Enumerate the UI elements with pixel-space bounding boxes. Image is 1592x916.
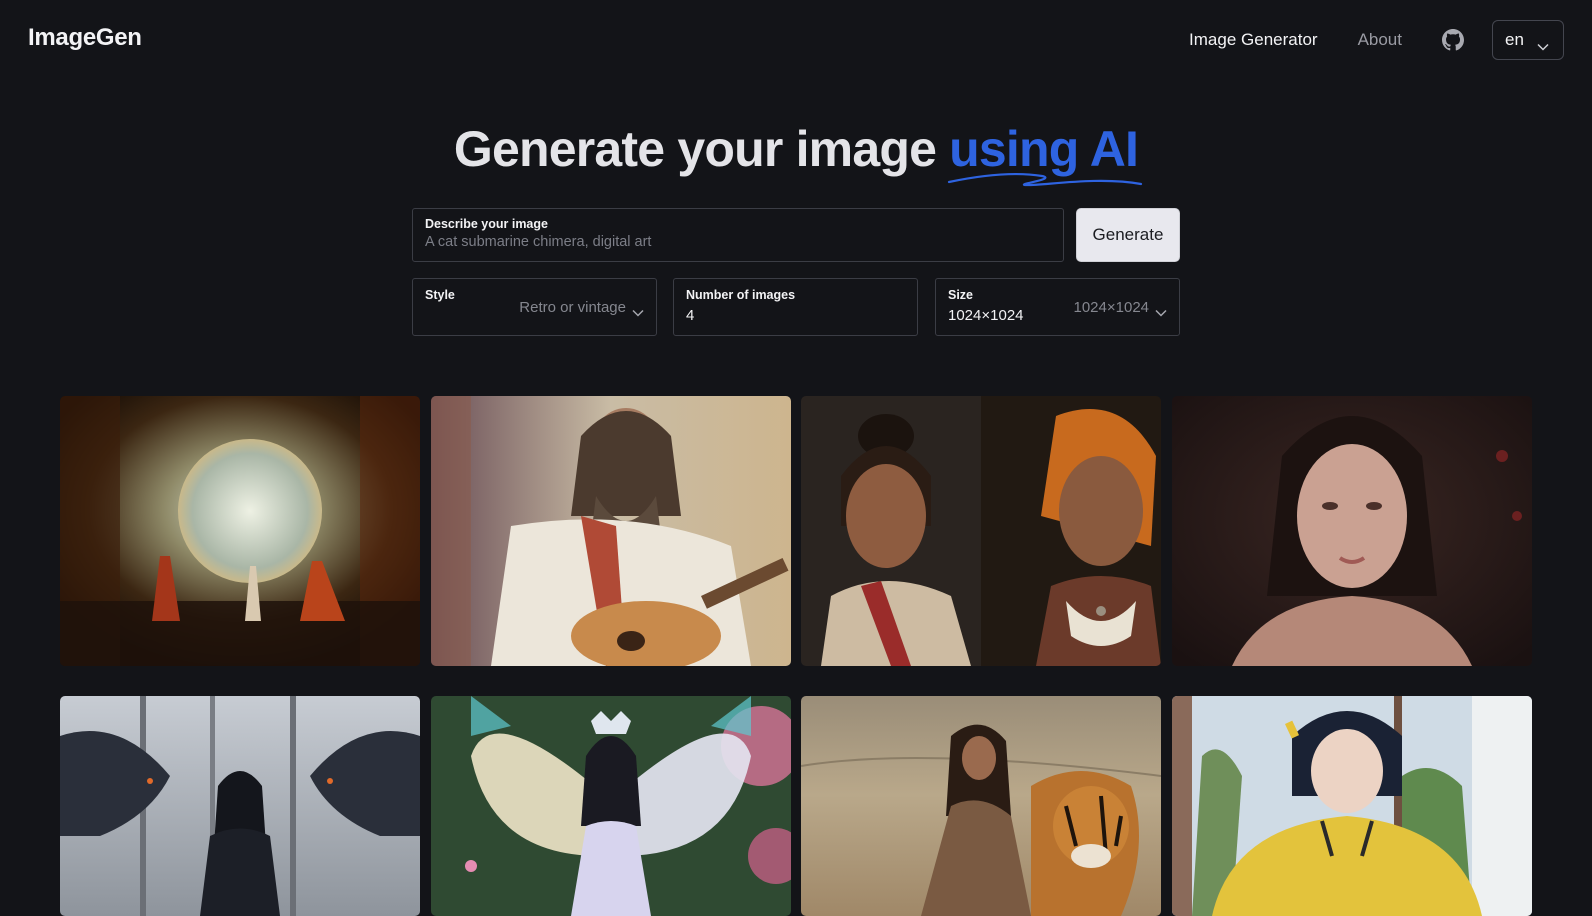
logo[interactable]: ImageGen <box>28 24 142 52</box>
accent-underline-icon <box>948 172 1143 187</box>
nav-image-generator[interactable]: Image Generator <box>1189 30 1318 50</box>
top-nav: Image Generator About en <box>1189 0 1564 80</box>
style-dropdown[interactable]: Retro or vintage <box>519 299 644 317</box>
chevron-down-icon <box>1537 36 1549 51</box>
prompt-input[interactable] <box>425 234 1051 250</box>
chevron-down-icon <box>1155 304 1167 317</box>
nav-about[interactable]: About <box>1358 30 1402 50</box>
title-accent: using AI <box>948 120 1143 187</box>
two-women-portrait-image[interactable] <box>801 396 1161 666</box>
number-of-images-label: Number of images <box>686 288 796 302</box>
woman-with-dragons-forest-image[interactable] <box>60 696 420 916</box>
style-selected: Retro or vintage <box>519 299 626 316</box>
size-selected: 1024×1024 <box>1073 299 1150 316</box>
title-accent-text: using AI <box>949 121 1139 177</box>
prompt-field[interactable]: Describe your image <box>412 208 1064 262</box>
size-select[interactable]: Size 1024×1024 1024×1024 <box>935 278 1180 336</box>
size-dropdown[interactable]: 1024×1024 <box>1073 299 1168 317</box>
woman-with-tiger-desert-image[interactable] <box>801 696 1161 916</box>
girl-yellow-hoodie-image[interactable] <box>1172 696 1532 916</box>
style-select[interactable]: Style Retro or vintage <box>412 278 657 336</box>
chevron-down-icon <box>632 304 644 317</box>
bearded-guitarist-painting-image[interactable] <box>431 396 791 666</box>
young-woman-portrait-image[interactable] <box>1172 396 1532 666</box>
number-of-images-value[interactable]: 4 <box>686 307 905 324</box>
fairy-girl-butterfly-wings-image[interactable] <box>431 696 791 916</box>
generate-button[interactable]: Generate <box>1076 208 1180 262</box>
number-of-images-field[interactable]: Number of images 4 <box>673 278 918 336</box>
language-value: en <box>1505 30 1524 49</box>
fantasy-palace-portal-image[interactable] <box>60 396 420 666</box>
title-main: Generate your image <box>453 121 950 177</box>
github-icon[interactable] <box>1442 29 1464 51</box>
language-select[interactable]: en <box>1492 20 1564 60</box>
prompt-label: Describe your image <box>425 217 548 231</box>
page-title: Generate your image using AI <box>0 120 1592 187</box>
